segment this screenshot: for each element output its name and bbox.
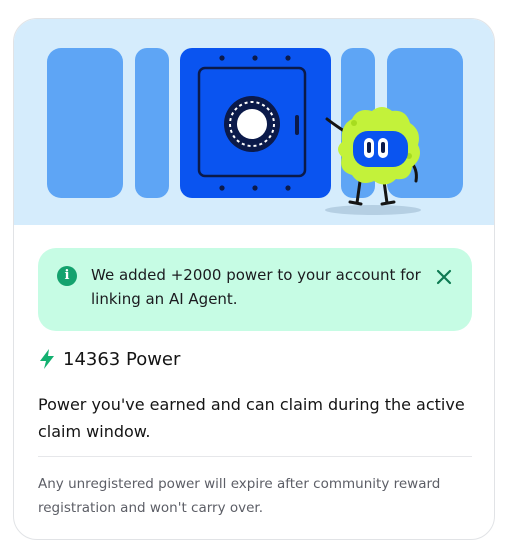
power-balance: 14363 Power <box>38 346 180 372</box>
power-card: i We added +2000 power to your account f… <box>13 18 495 540</box>
lightning-bolt-icon <box>40 349 54 369</box>
close-icon[interactable] <box>432 265 456 289</box>
info-icon: i <box>57 266 77 286</box>
vault-icon <box>180 48 331 198</box>
left-panel-large <box>47 48 123 198</box>
power-description: Power you've earned and can claim during… <box>38 395 465 441</box>
expiry-footnote: Any unregistered power will expire after… <box>38 476 441 516</box>
mascot-shadow <box>325 205 421 215</box>
close-notice-button[interactable] <box>432 265 456 289</box>
hero-illustration <box>14 19 494 225</box>
notice-message: We added +2000 power to your account for… <box>91 266 421 308</box>
divider <box>38 456 472 457</box>
power-value: 14363 Power <box>63 348 181 370</box>
power-added-notice: i We added +2000 power to your account f… <box>38 248 472 331</box>
left-panel-small <box>135 48 169 198</box>
vault-illustration <box>47 48 463 215</box>
